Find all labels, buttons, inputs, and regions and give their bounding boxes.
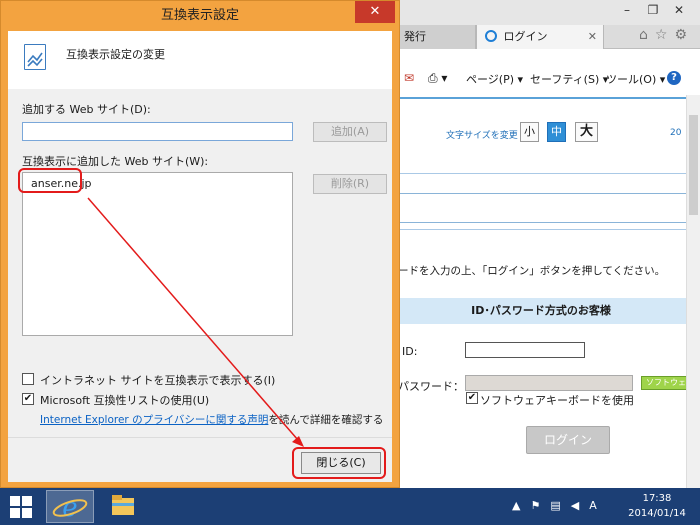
scrollbar-thumb[interactable]	[689, 115, 698, 215]
compat-view-dialog: 互換表示設定 ✕ 互換表示設定の変更 追加する Web サイト(D): 追加(A…	[0, 0, 400, 488]
intranet-checkbox-label: イントラネット サイトを互換表示で表示する(I)	[40, 374, 276, 387]
header-rule	[396, 97, 686, 99]
privacy-suffix: を読んで詳細を確認する	[268, 414, 384, 426]
font-small-button[interactable]: 小	[520, 122, 539, 142]
mail-icon[interactable]: ✉	[404, 71, 414, 85]
content-rule	[396, 229, 686, 230]
login-button[interactable]: ログイン	[526, 426, 610, 454]
list-item[interactable]: anser.ne.jp	[31, 177, 92, 190]
year-fragment: 20	[670, 128, 682, 138]
add-site-input[interactable]	[22, 122, 293, 141]
broken-page-icon	[24, 44, 46, 70]
clock[interactable]: 17:38 2014/01/14	[622, 491, 692, 521]
add-button[interactable]: 追加(A)	[313, 122, 387, 142]
taskbar-ie-button[interactable]: e	[46, 490, 94, 523]
folder-icon	[112, 495, 134, 515]
tab-label: ログイン	[503, 30, 548, 43]
network-icon[interactable]: ▤	[550, 499, 570, 512]
favorites-star-icon[interactable]: ☆	[655, 27, 675, 43]
intranet-checkbox[interactable]	[22, 373, 34, 385]
page-scrollbar[interactable]	[686, 95, 700, 488]
page-menu[interactable]: ページ(P) ▾	[466, 71, 523, 87]
software-keyboard-button[interactable]: ソフトウェ	[641, 376, 691, 390]
close-icon[interactable]: ✕	[666, 0, 692, 20]
software-keyboard-label: ソフトウェアキーボードを使用	[480, 394, 634, 407]
safety-menu[interactable]: セーフティ(S) ▾	[530, 71, 608, 87]
font-large-button[interactable]: 大	[575, 122, 598, 142]
home-icon[interactable]: ⌂	[639, 27, 655, 43]
ime-indicator[interactable]: A	[589, 499, 607, 512]
flag-icon[interactable]: ⚑	[530, 499, 550, 512]
privacy-link[interactable]: Internet Explorer のプライバシーに関する声明	[40, 414, 268, 426]
info-box	[396, 193, 686, 223]
browser-right-icons: ⌂☆⚙	[639, 27, 694, 43]
taskbar-explorer-button[interactable]	[100, 490, 148, 523]
font-medium-button[interactable]: 中	[547, 122, 566, 142]
ie-logo-icon: e	[52, 493, 88, 523]
taskbar: e ▲⚑▤◀A 17:38 2014/01/14	[0, 488, 700, 525]
tray-expand-icon[interactable]: ▲	[512, 499, 530, 512]
volume-icon[interactable]: ◀	[571, 499, 589, 512]
tab-login[interactable]: ログイン ✕	[476, 25, 604, 49]
tab-close-icon[interactable]: ✕	[588, 25, 597, 49]
settings-gear-icon[interactable]: ⚙	[674, 27, 694, 43]
password-label: パスワード：	[398, 380, 464, 393]
system-tray: ▲⚑▤◀A	[512, 499, 607, 512]
privacy-statement: Internet Explorer のプライバシーに関する声明を読んで詳細を確認…	[40, 412, 383, 427]
id-label: ID:	[402, 345, 418, 358]
dialog-separator	[8, 437, 392, 438]
dialog-close-icon[interactable]: ✕	[355, 1, 395, 23]
clock-date: 2014/01/14	[628, 508, 686, 519]
content-rule	[396, 173, 686, 174]
tools-menu[interactable]: ツール(O) ▾	[606, 71, 665, 87]
dialog-header-title: 互換表示設定の変更	[66, 48, 165, 61]
ms-compat-list-label: Microsoft 互換性リストの使用(U)	[40, 394, 210, 407]
svg-text:e: e	[62, 493, 77, 522]
ms-compat-list-checkbox[interactable]: ✔	[22, 393, 34, 405]
added-sites-label: 互換表示に追加した Web サイト(W):	[22, 155, 209, 168]
clock-time: 17:38	[642, 493, 672, 504]
dialog-header: 互換表示設定の変更	[8, 31, 392, 89]
login-instruction: ードを入力の上、「ログイン」ボタンを押してください。	[398, 265, 666, 277]
software-keyboard-checkbox[interactable]: ✔	[466, 392, 478, 404]
restore-icon[interactable]: ❐	[640, 0, 666, 20]
id-input[interactable]	[465, 342, 585, 358]
added-sites-list[interactable]: anser.ne.jp	[22, 172, 293, 336]
add-site-label: 追加する Web サイト(D):	[22, 103, 151, 116]
dialog-close-button[interactable]: 閉じる(C)	[301, 452, 381, 474]
tab-label: 発行	[404, 30, 426, 43]
tab-previous[interactable]: 発行	[396, 25, 476, 49]
dialog-title: 互換表示設定	[160, 8, 239, 23]
remove-button[interactable]: 削除(R)	[313, 174, 387, 194]
page-content: 文字サイズを変更 小 中 大 20 ードを入力の上、「ログイン」ボタンを押してく…	[396, 95, 691, 488]
help-icon[interactable]: ?	[667, 71, 681, 85]
ie-favicon-icon	[485, 30, 497, 42]
password-input[interactable]	[465, 375, 633, 391]
windows-start-icon[interactable]	[10, 496, 32, 518]
font-size-label: 文字サイズを変更	[446, 131, 518, 141]
dialog-client-area: 互換表示設定の変更 追加する Web サイト(D): 追加(A) 互換表示に追加…	[8, 31, 392, 482]
print-icon[interactable]: ⎙ ▾	[428, 71, 447, 86]
command-bar: ✉ ⎙ ▾ ページ(P) ▾ セーフティ(S) ▾ ツール(O) ▾ ?	[396, 66, 700, 90]
minimize-icon[interactable]: –	[614, 0, 640, 20]
login-panel-title: ID･パスワード方式のお客様	[396, 298, 686, 324]
